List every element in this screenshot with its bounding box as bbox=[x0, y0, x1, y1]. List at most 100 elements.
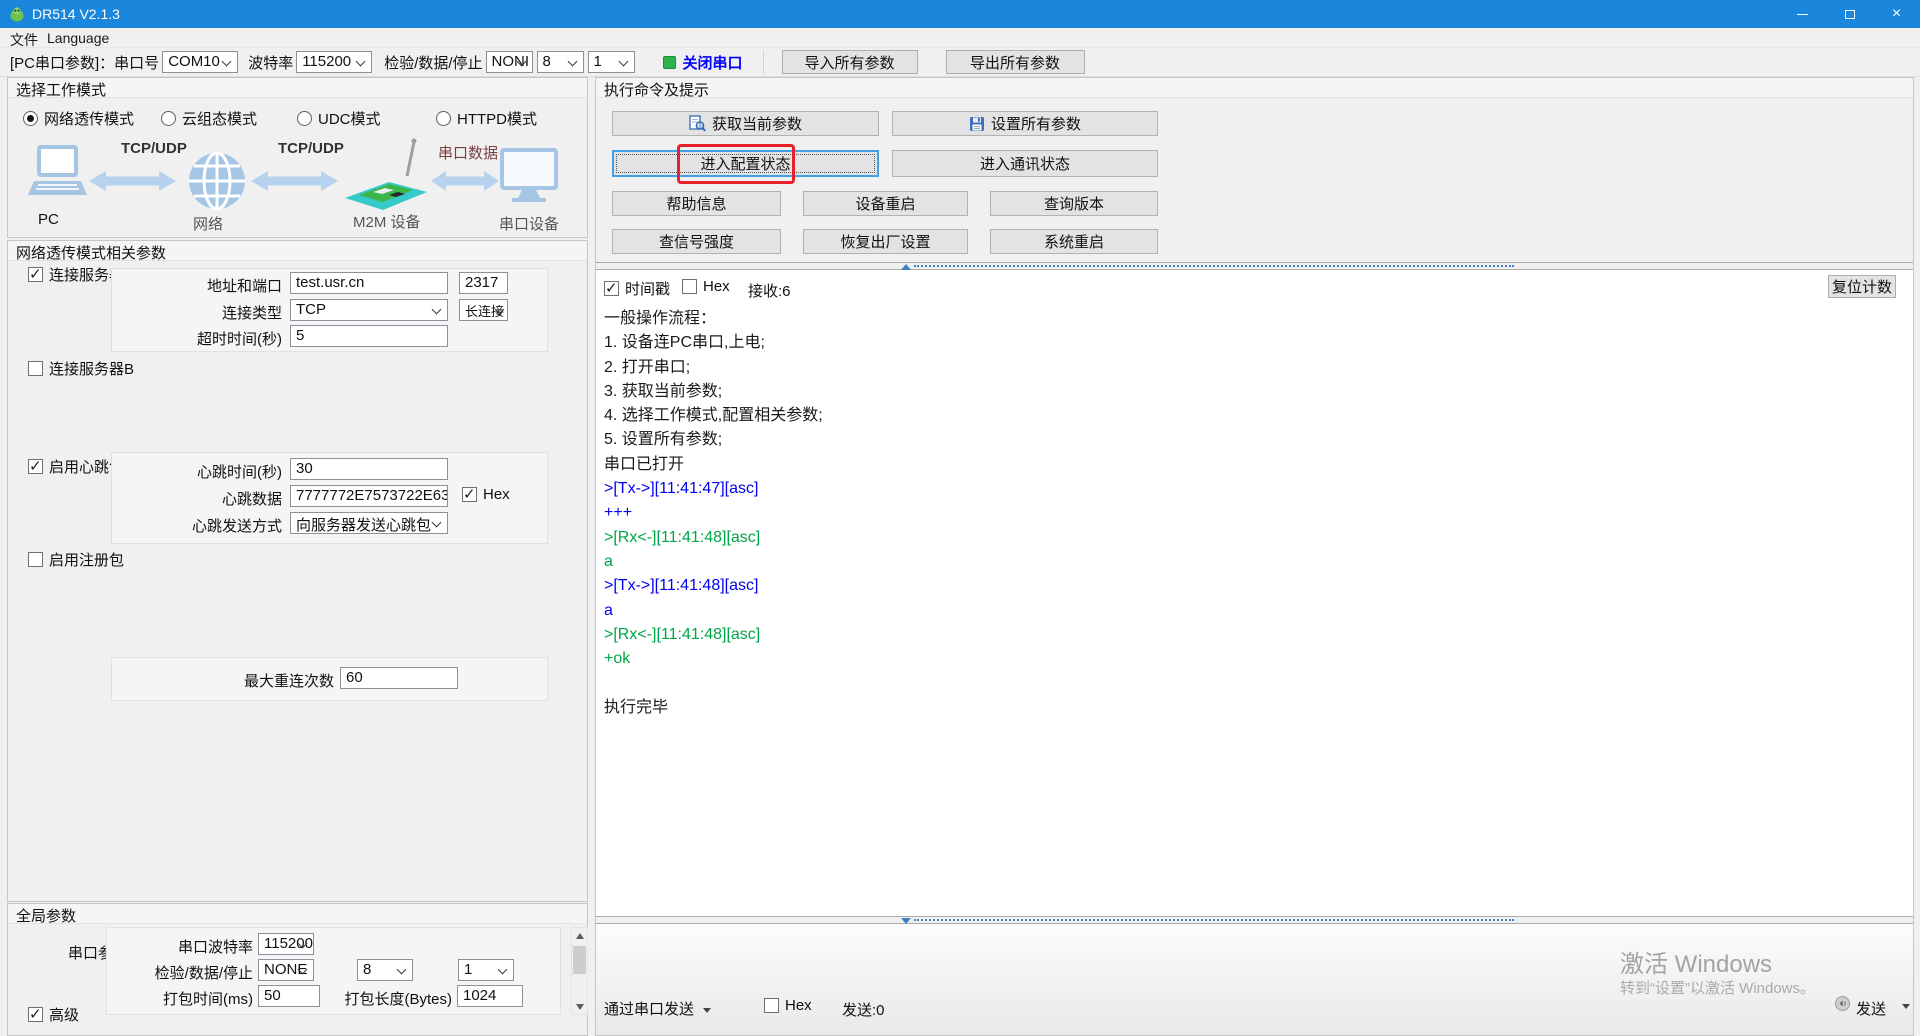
mode-radio-udc[interactable]: UDC模式 bbox=[297, 108, 381, 129]
port-select[interactable]: COM10 bbox=[162, 51, 238, 73]
checkbox-icon bbox=[28, 552, 43, 567]
scrollbar-thumb[interactable] bbox=[573, 946, 586, 974]
command-panel-title: 执行命令及提示 bbox=[596, 78, 1913, 98]
g-parity-select[interactable]: NONE bbox=[258, 959, 314, 981]
query-signal-button[interactable]: 查信号强度 bbox=[612, 229, 781, 254]
log-area[interactable]: 时间戳 Hex 接收:6 复位计数 一般操作流程：1. 设备连PC串口,上电;2… bbox=[596, 270, 1913, 916]
register-checkbox[interactable]: 启用注册包 bbox=[28, 549, 124, 570]
serial-device-icon bbox=[498, 148, 560, 208]
close-port-button[interactable]: 关闭串口 bbox=[683, 52, 743, 73]
close-button[interactable]: × bbox=[1873, 0, 1920, 28]
send-via-dropdown[interactable]: 通过串口发送 bbox=[604, 998, 711, 1019]
button-label: 进入通讯状态 bbox=[980, 153, 1070, 174]
minimize-icon bbox=[1797, 14, 1808, 15]
export-params-button[interactable]: 导出所有参数 bbox=[946, 50, 1085, 74]
arrow-icon bbox=[431, 170, 499, 192]
menu-bar: 文件 Language bbox=[0, 28, 1920, 48]
maximize-button[interactable] bbox=[1826, 0, 1873, 28]
maximize-icon bbox=[1845, 10, 1855, 19]
help-button[interactable]: 帮助信息 bbox=[612, 191, 781, 216]
top-splitter[interactable] bbox=[596, 262, 1913, 270]
conn-type-select[interactable]: TCP bbox=[290, 299, 448, 321]
button-label: 设备重启 bbox=[855, 193, 915, 214]
baud-label: 波特率 bbox=[248, 52, 293, 73]
global-scrollbar[interactable] bbox=[571, 927, 588, 1015]
scroll-down-icon[interactable] bbox=[572, 999, 587, 1014]
checkbox-icon bbox=[604, 281, 619, 296]
set-params-button[interactable]: 设置所有参数 bbox=[892, 111, 1158, 136]
mode-radio-transparent[interactable]: 网络透传模式 bbox=[23, 108, 134, 129]
port-input[interactable]: 2317 bbox=[459, 272, 508, 294]
system-restart-button[interactable]: 系统重启 bbox=[990, 229, 1158, 254]
mode-radio-cloud[interactable]: 云组态模式 bbox=[161, 108, 257, 129]
hb-data-input[interactable]: 7777772E7573722E636E bbox=[290, 485, 448, 507]
scroll-up-icon[interactable] bbox=[572, 928, 587, 943]
title-bar: DR514 V2.1.3 × bbox=[0, 0, 1920, 28]
log-line: +++ bbox=[604, 501, 823, 525]
hb-hex-checkbox[interactable]: Hex bbox=[462, 486, 510, 503]
device-restart-button[interactable]: 设备重启 bbox=[803, 191, 968, 216]
node4-label: 串口设备 bbox=[499, 213, 559, 234]
enter-comm-button[interactable]: 进入通讯状态 bbox=[892, 150, 1158, 177]
register-label: 启用注册包 bbox=[49, 549, 124, 570]
timestamp-label: 时间戳 bbox=[625, 278, 670, 299]
baud-select[interactable]: 115200 bbox=[296, 51, 372, 73]
checkbox-icon bbox=[28, 459, 43, 474]
hb-time-input[interactable]: 30 bbox=[290, 458, 448, 480]
bottom-splitter[interactable] bbox=[596, 916, 1913, 924]
params-title: 网络透传模式相关参数 bbox=[8, 241, 587, 261]
reconnect-label: 最大重连次数 bbox=[112, 670, 334, 691]
server-b-checkbox[interactable]: 连接服务器B bbox=[28, 358, 134, 379]
sent-count: 发送:0 bbox=[842, 999, 885, 1020]
timestamp-checkbox[interactable]: 时间戳 bbox=[604, 278, 670, 299]
g-baud-select[interactable]: 115200 bbox=[258, 933, 314, 955]
params-box: 网络透传模式相关参数 连接服务器A 地址和端口 test.usr.cn 2317… bbox=[7, 240, 588, 902]
radio-icon bbox=[23, 111, 38, 126]
log-hex-checkbox[interactable]: Hex bbox=[682, 278, 730, 295]
g-databits-select[interactable]: 8 bbox=[357, 959, 413, 981]
window-title: DR514 V2.1.3 bbox=[32, 6, 120, 22]
packlen-input[interactable]: 1024 bbox=[457, 985, 523, 1007]
send-hex-checkbox[interactable]: Hex bbox=[764, 997, 812, 1014]
get-params-button[interactable]: 获取当前参数 bbox=[612, 111, 879, 136]
reset-count-button[interactable]: 复位计数 bbox=[1828, 275, 1896, 298]
factory-reset-button[interactable]: 恢复出厂设置 bbox=[803, 229, 968, 254]
mode-label: 云组态模式 bbox=[182, 108, 257, 129]
g-stopbits-select[interactable]: 1 bbox=[458, 959, 514, 981]
log-line: a bbox=[604, 599, 823, 623]
send-button[interactable]: 发送 bbox=[1856, 998, 1886, 1019]
mode-label: HTTPD模式 bbox=[457, 108, 537, 129]
button-label: 查询版本 bbox=[1044, 193, 1104, 214]
addr-input[interactable]: test.usr.cn bbox=[290, 272, 448, 294]
stopbits-select[interactable]: 1 bbox=[588, 51, 635, 73]
radio-icon bbox=[297, 111, 312, 126]
send-audio-icon bbox=[1834, 995, 1851, 1012]
packtime-input[interactable]: 50 bbox=[258, 985, 320, 1007]
import-params-button[interactable]: 导入所有参数 bbox=[782, 50, 918, 74]
mode-radio-httpd[interactable]: HTTPD模式 bbox=[436, 108, 537, 129]
menu-language[interactable]: Language bbox=[47, 30, 109, 46]
databits-select[interactable]: 8 bbox=[537, 51, 584, 73]
send-chevron-down-icon[interactable] bbox=[1902, 1004, 1910, 1009]
reconnect-input[interactable]: 60 bbox=[340, 667, 458, 689]
splitter-dots bbox=[914, 919, 1514, 921]
parity-select[interactable]: NONI bbox=[486, 51, 533, 73]
button-label: 恢复出厂设置 bbox=[840, 231, 930, 252]
global-title: 全局参数 bbox=[8, 904, 587, 924]
menu-file[interactable]: 文件 bbox=[10, 30, 38, 50]
minimize-button[interactable] bbox=[1779, 0, 1826, 28]
work-mode-title: 选择工作模式 bbox=[8, 78, 587, 98]
packtime-label: 打包时间(ms) bbox=[107, 988, 253, 1009]
timeout-input[interactable]: 5 bbox=[290, 325, 448, 347]
hb-mode-select[interactable]: 向服务器发送心跳包 bbox=[290, 512, 448, 534]
query-version-button[interactable]: 查询版本 bbox=[990, 191, 1158, 216]
arrow-icon bbox=[251, 170, 338, 192]
addr-label: 地址和端口 bbox=[112, 275, 282, 296]
chevron-down-icon bbox=[703, 1008, 711, 1013]
log-line: 1. 设备连PC串口,上电; bbox=[604, 331, 823, 355]
advanced-checkbox[interactable]: 高级 bbox=[28, 1004, 79, 1025]
heartbeat-checkbox[interactable]: 启用心跳包 bbox=[28, 456, 124, 477]
port-label: [PC串口参数]：串口号 bbox=[10, 52, 159, 73]
app-window: DR514 V2.1.3 × 文件 Language [PC串口参数]：串口号 … bbox=[0, 0, 1920, 1036]
keepalive-select[interactable]: 长连接 bbox=[459, 299, 508, 321]
